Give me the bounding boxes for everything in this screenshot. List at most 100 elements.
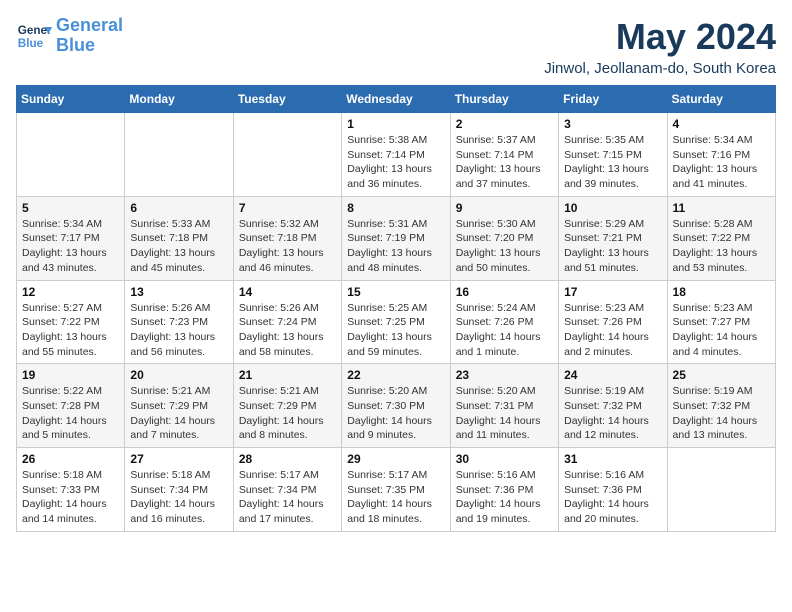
calendar-cell: 22 Sunrise: 5:20 AMSunset: 7:30 PMDayligh… — [342, 364, 450, 448]
day-number: 9 — [456, 201, 553, 215]
calendar-cell: 29 Sunrise: 5:17 AMSunset: 7:35 PMDayligh… — [342, 448, 450, 532]
calendar-cell: 12 Sunrise: 5:27 AMSunset: 7:22 PMDayligh… — [17, 280, 125, 364]
day-number: 6 — [130, 201, 227, 215]
day-number: 17 — [564, 285, 661, 299]
calendar-cell — [233, 113, 341, 197]
day-info: Sunrise: 5:35 AMSunset: 7:15 PMDaylight:… — [564, 133, 661, 192]
day-info: Sunrise: 5:18 AMSunset: 7:33 PMDaylight:… — [22, 468, 119, 527]
calendar-cell: 7 Sunrise: 5:32 AMSunset: 7:18 PMDaylight… — [233, 196, 341, 280]
calendar-cell: 24 Sunrise: 5:19 AMSunset: 7:32 PMDayligh… — [559, 364, 667, 448]
day-number: 20 — [130, 368, 227, 382]
logo-text: General Blue — [56, 16, 123, 56]
day-number: 11 — [673, 201, 770, 215]
calendar-cell — [125, 113, 233, 197]
day-info: Sunrise: 5:17 AMSunset: 7:34 PMDaylight:… — [239, 468, 336, 527]
logo-icon: General Blue — [16, 18, 52, 54]
day-number: 2 — [456, 117, 553, 131]
calendar-week-5: 26 Sunrise: 5:18 AMSunset: 7:33 PMDayligh… — [17, 448, 776, 532]
day-info: Sunrise: 5:29 AMSunset: 7:21 PMDaylight:… — [564, 217, 661, 276]
day-number: 18 — [673, 285, 770, 299]
day-info: Sunrise: 5:16 AMSunset: 7:36 PMDaylight:… — [456, 468, 553, 527]
calendar-cell: 31 Sunrise: 5:16 AMSunset: 7:36 PMDayligh… — [559, 448, 667, 532]
calendar-cell: 3 Sunrise: 5:35 AMSunset: 7:15 PMDaylight… — [559, 113, 667, 197]
day-number: 27 — [130, 452, 227, 466]
day-info: Sunrise: 5:38 AMSunset: 7:14 PMDaylight:… — [347, 133, 444, 192]
day-number: 31 — [564, 452, 661, 466]
calendar-cell: 14Sunrise: 5:26 AMSunset: 7:24 PMDayligh… — [233, 280, 341, 364]
logo: General Blue General Blue — [16, 16, 123, 56]
calendar-week-4: 19 Sunrise: 5:22 AMSunset: 7:28 PMDayligh… — [17, 364, 776, 448]
page-header: General Blue General Blue May 2024 Jinwo… — [16, 16, 776, 77]
day-info: Sunrise: 5:23 AMSunset: 7:27 PMDaylight:… — [673, 301, 770, 360]
day-info: Sunrise: 5:26 AMSunset: 7:24 PMDaylight:… — [239, 301, 336, 360]
calendar-cell: 18 Sunrise: 5:23 AMSunset: 7:27 PMDayligh… — [667, 280, 775, 364]
day-number: 8 — [347, 201, 444, 215]
day-info: Sunrise: 5:20 AMSunset: 7:30 PMDaylight:… — [347, 384, 444, 443]
day-info: Sunrise: 5:18 AMSunset: 7:34 PMDaylight:… — [130, 468, 227, 527]
day-info: Sunrise: 5:22 AMSunset: 7:28 PMDaylight:… — [22, 384, 119, 443]
calendar-cell: 16Sunrise: 5:24 AMSunset: 7:26 PMDayligh… — [450, 280, 558, 364]
day-number: 4 — [673, 117, 770, 131]
day-number: 19 — [22, 368, 119, 382]
day-number: 28 — [239, 452, 336, 466]
day-info: Sunrise: 5:37 AMSunset: 7:14 PMDaylight:… — [456, 133, 553, 192]
day-number: 3 — [564, 117, 661, 131]
day-info: Sunrise: 5:32 AMSunset: 7:18 PMDaylight:… — [239, 217, 336, 276]
day-number: 24 — [564, 368, 661, 382]
calendar-cell — [667, 448, 775, 532]
day-info: Sunrise: 5:21 AMSunset: 7:29 PMDaylight:… — [239, 384, 336, 443]
day-info: Sunrise: 5:21 AMSunset: 7:29 PMDaylight:… — [130, 384, 227, 443]
day-number: 1 — [347, 117, 444, 131]
day-info: Sunrise: 5:16 AMSunset: 7:36 PMDaylight:… — [564, 468, 661, 527]
day-number: 29 — [347, 452, 444, 466]
weekday-header-thursday: Thursday — [450, 86, 558, 113]
calendar-week-1: 1 Sunrise: 5:38 AMSunset: 7:14 PMDaylight… — [17, 113, 776, 197]
day-info: Sunrise: 5:20 AMSunset: 7:31 PMDaylight:… — [456, 384, 553, 443]
calendar-cell: 9 Sunrise: 5:30 AMSunset: 7:20 PMDaylight… — [450, 196, 558, 280]
day-info: Sunrise: 5:17 AMSunset: 7:35 PMDaylight:… — [347, 468, 444, 527]
weekday-header-monday: Monday — [125, 86, 233, 113]
day-number: 5 — [22, 201, 119, 215]
calendar-cell: 2 Sunrise: 5:37 AMSunset: 7:14 PMDaylight… — [450, 113, 558, 197]
calendar-cell: 5 Sunrise: 5:34 AMSunset: 7:17 PMDaylight… — [17, 196, 125, 280]
calendar-subtitle: Jinwol, Jeollanam-do, South Korea — [544, 60, 776, 77]
calendar-week-2: 5 Sunrise: 5:34 AMSunset: 7:17 PMDaylight… — [17, 196, 776, 280]
day-info: Sunrise: 5:27 AMSunset: 7:22 PMDaylight:… — [22, 301, 119, 360]
calendar-cell: 13Sunrise: 5:26 AMSunset: 7:23 PMDayligh… — [125, 280, 233, 364]
calendar-cell: 23 Sunrise: 5:20 AMSunset: 7:31 PMDayligh… — [450, 364, 558, 448]
day-number: 13 — [130, 285, 227, 299]
calendar-cell — [17, 113, 125, 197]
day-info: Sunrise: 5:19 AMSunset: 7:32 PMDaylight:… — [673, 384, 770, 443]
calendar-cell: 10Sunrise: 5:29 AMSunset: 7:21 PMDayligh… — [559, 196, 667, 280]
day-number: 26 — [22, 452, 119, 466]
svg-text:Blue: Blue — [18, 37, 44, 50]
calendar-cell: 25 Sunrise: 5:19 AMSunset: 7:32 PMDayligh… — [667, 364, 775, 448]
day-number: 30 — [456, 452, 553, 466]
day-info: Sunrise: 5:33 AMSunset: 7:18 PMDaylight:… — [130, 217, 227, 276]
day-info: Sunrise: 5:24 AMSunset: 7:26 PMDaylight:… — [456, 301, 553, 360]
day-number: 15 — [347, 285, 444, 299]
weekday-header-row: SundayMondayTuesdayWednesdayThursdayFrid… — [17, 86, 776, 113]
calendar-cell: 19 Sunrise: 5:22 AMSunset: 7:28 PMDayligh… — [17, 364, 125, 448]
calendar-cell: 26 Sunrise: 5:18 AMSunset: 7:33 PMDayligh… — [17, 448, 125, 532]
weekday-header-wednesday: Wednesday — [342, 86, 450, 113]
day-number: 7 — [239, 201, 336, 215]
calendar-title: May 2024 — [544, 16, 776, 58]
day-number: 23 — [456, 368, 553, 382]
day-info: Sunrise: 5:23 AMSunset: 7:26 PMDaylight:… — [564, 301, 661, 360]
day-info: Sunrise: 5:19 AMSunset: 7:32 PMDaylight:… — [564, 384, 661, 443]
day-number: 25 — [673, 368, 770, 382]
calendar-cell: 4Sunrise: 5:34 AMSunset: 7:16 PMDaylight… — [667, 113, 775, 197]
day-number: 22 — [347, 368, 444, 382]
calendar-cell: 6 Sunrise: 5:33 AMSunset: 7:18 PMDaylight… — [125, 196, 233, 280]
day-info: Sunrise: 5:34 AMSunset: 7:17 PMDaylight:… — [22, 217, 119, 276]
calendar-cell: 15 Sunrise: 5:25 AMSunset: 7:25 PMDayligh… — [342, 280, 450, 364]
title-block: May 2024 Jinwol, Jeollanam-do, South Kor… — [544, 16, 776, 77]
day-number: 21 — [239, 368, 336, 382]
calendar-cell: 20 Sunrise: 5:21 AMSunset: 7:29 PMDayligh… — [125, 364, 233, 448]
calendar-cell: 21 Sunrise: 5:21 AMSunset: 7:29 PMDayligh… — [233, 364, 341, 448]
calendar-cell: 30 Sunrise: 5:16 AMSunset: 7:36 PMDayligh… — [450, 448, 558, 532]
day-number: 12 — [22, 285, 119, 299]
day-info: Sunrise: 5:30 AMSunset: 7:20 PMDaylight:… — [456, 217, 553, 276]
day-info: Sunrise: 5:25 AMSunset: 7:25 PMDaylight:… — [347, 301, 444, 360]
